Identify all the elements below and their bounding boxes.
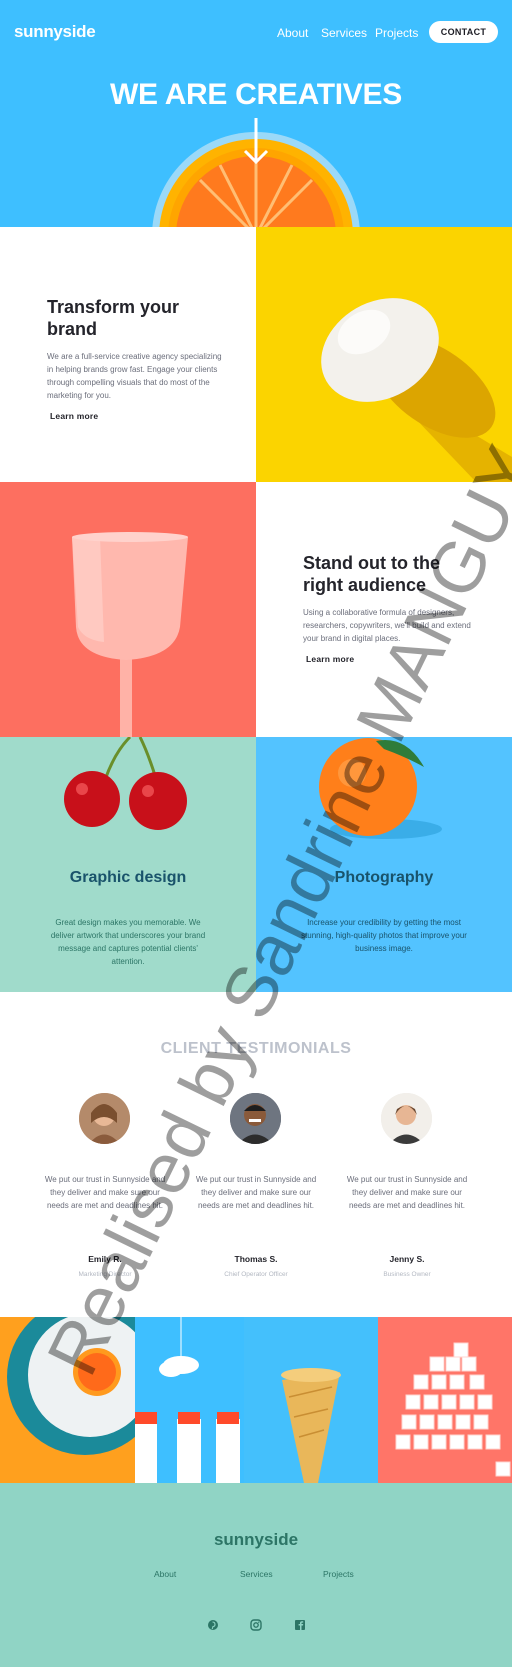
feature-transform-body: We are a full-service creative agency sp… — [47, 352, 222, 400]
learn-more-link[interactable]: Learn more — [303, 654, 358, 666]
service-graphic-title: Graphic design — [69, 869, 187, 886]
feature-transform-title: Transform your brand — [47, 297, 180, 339]
footer-logo[interactable]: sunnyside — [0, 1530, 512, 1550]
egg-image — [321, 298, 512, 482]
testimonial-name: Emily R. — [88, 1254, 122, 1264]
testimonial-name: Jenny S. — [389, 1254, 425, 1264]
cherries-image — [64, 737, 187, 830]
avatar — [230, 1093, 281, 1144]
service-photography: Photography Increase your credibility by… — [256, 737, 512, 992]
gallery-image-orange-plate — [0, 1317, 135, 1483]
hero-section: sunnyside About Services Projects CONTAC… — [0, 0, 512, 227]
hero-title: WE ARE CREATIVES — [110, 78, 402, 111]
service-photography-title: Photography — [334, 869, 434, 886]
footer-link-projects[interactable]: Projects — [323, 1569, 354, 1579]
testimonial-role: Business Owner — [383, 1271, 431, 1278]
pinterest-icon[interactable] — [207, 1619, 219, 1631]
gallery-image-sugar-cubes — [378, 1317, 512, 1483]
service-graphic-body: Great design makes you memorable. We del… — [50, 918, 206, 966]
gallery-image-cone — [244, 1317, 378, 1483]
nav-projects[interactable]: Projects — [375, 26, 418, 40]
contact-button[interactable]: CONTACT — [429, 21, 498, 43]
instagram-icon[interactable] — [250, 1619, 262, 1631]
cup-image-panel — [0, 482, 256, 737]
testimonial-quote: We put our trust in Sunnyside and they d… — [346, 1175, 468, 1210]
testimonial-quote: We put our trust in Sunnyside and they d… — [195, 1175, 317, 1210]
avatar — [381, 1093, 432, 1144]
feature-transform-content: Transform your brand We are a full-servic… — [47, 296, 227, 424]
testimonial-role: Marketing Director — [78, 1271, 132, 1278]
cup-image — [0, 482, 256, 737]
footer-link-services[interactable]: Services — [240, 1569, 273, 1579]
feature-standout-body: Using a collaborative formula of designe… — [303, 608, 471, 643]
testimonial-name: Thomas S. — [234, 1254, 278, 1264]
service-graphic-design: Graphic design Great design makes you me… — [0, 737, 256, 992]
footer-link-about[interactable]: About — [154, 1569, 176, 1579]
arrow-down-icon[interactable] — [242, 118, 270, 166]
feature-standout-title: Stand out to the right audience — [303, 553, 440, 595]
avatar — [79, 1093, 130, 1144]
feature-standout-content: Stand out to the right audience Using a c… — [303, 552, 483, 667]
testimonial-role: Chief Operator Officer — [224, 1271, 288, 1278]
testimonial-quote: We put our trust in Sunnyside and they d… — [44, 1175, 166, 1210]
feature-standout-text: Stand out to the right audience Using a c… — [256, 482, 512, 737]
testimonials-heading: CLIENT TESTIMONIALS — [160, 1040, 352, 1057]
nav-services[interactable]: Services — [321, 26, 367, 40]
gallery-image-cream-bottles — [135, 1317, 244, 1483]
feature-transform-text: Transform your brand We are a full-servic… — [0, 227, 256, 482]
nav-about[interactable]: About — [277, 26, 308, 40]
service-photography-body: Increase your credibility by getting the… — [301, 918, 467, 953]
site-logo[interactable]: sunnyside — [14, 22, 96, 42]
egg-image-panel — [256, 227, 512, 482]
orange-image — [319, 738, 442, 839]
learn-more-link[interactable]: Learn more — [47, 411, 102, 423]
facebook-icon[interactable] — [294, 1619, 306, 1631]
